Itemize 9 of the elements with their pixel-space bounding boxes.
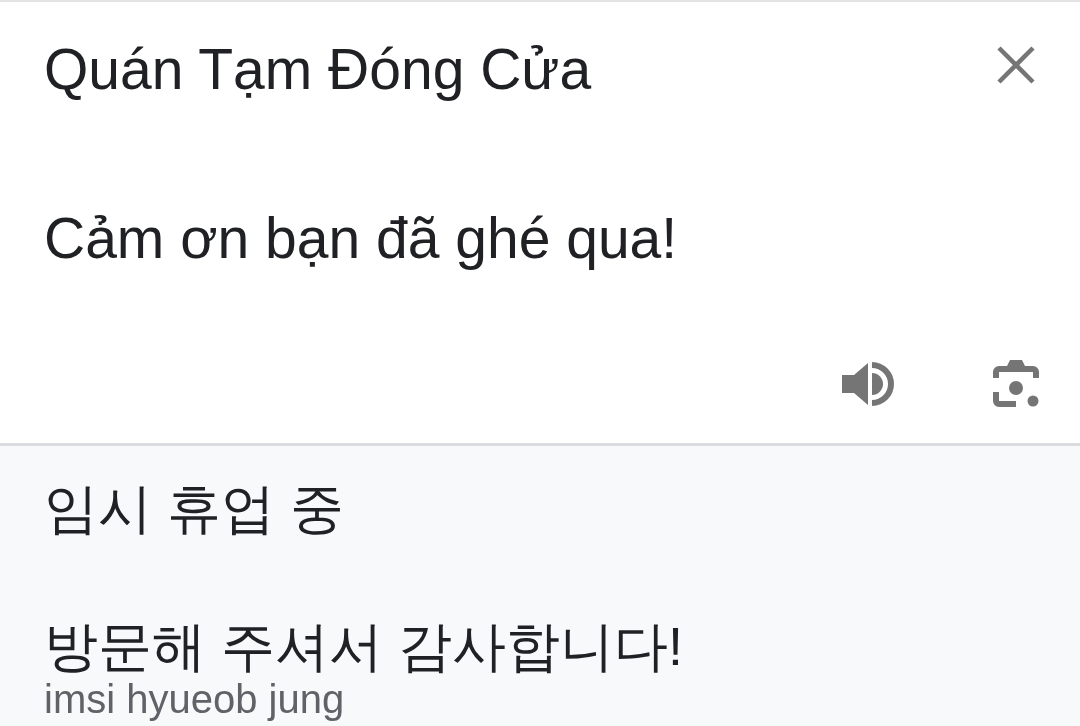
close-button[interactable] bbox=[996, 45, 1036, 85]
translation-text: 방문해 주셔서 감사합니다! bbox=[44, 616, 684, 676]
source-text: Cảm ơn bạn đã ghé qua! bbox=[44, 206, 679, 270]
translation-title: 임시 휴업 중 bbox=[44, 477, 345, 540]
source-title: Quán Tạm Đóng Cửa bbox=[44, 37, 592, 101]
romanization-text: imsi hyueob jung bbox=[44, 676, 346, 722]
camera-lens-icon bbox=[990, 358, 1042, 410]
speaker-icon bbox=[842, 359, 894, 409]
close-icon bbox=[997, 46, 1035, 84]
